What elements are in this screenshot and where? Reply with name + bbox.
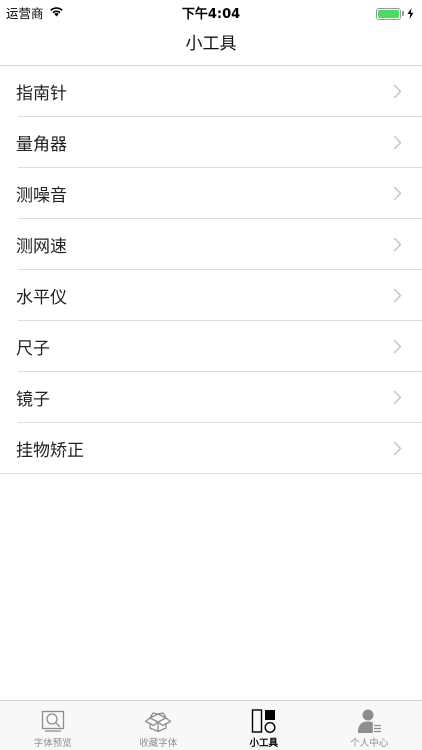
battery-fill	[378, 9, 399, 18]
tab-tools[interactable]: 小工具	[211, 701, 317, 750]
list-item-label: 量角器	[16, 135, 67, 155]
tab-personal-center[interactable]: 个人中心	[317, 701, 422, 750]
tab-label: 字体预览	[33, 738, 72, 749]
status-time: 下午4:04	[181, 7, 241, 22]
list-item[interactable]: 指南针	[0, 66, 422, 117]
chevron-right-icon	[393, 84, 402, 99]
list-item-label: 尺子	[16, 339, 50, 359]
tab-label: 个人中心	[350, 738, 389, 749]
font-preview-icon	[41, 708, 65, 734]
list-item-label: 水平仪	[16, 288, 67, 308]
tools-icon	[251, 708, 277, 734]
list-item[interactable]: 水平仪	[0, 270, 422, 321]
list-item-label: 挂物矫正	[16, 441, 84, 461]
battery-cap	[402, 11, 404, 16]
list-item-label: 指南针	[16, 84, 67, 104]
tab-bar: 字体预览 收藏字体 小工具 个人中心	[0, 700, 422, 750]
list-item[interactable]: 测噪音	[0, 168, 422, 219]
list-item[interactable]: 尺子	[0, 321, 422, 372]
navigation-bar: 小工具	[0, 22, 422, 66]
tab-label: 小工具	[249, 738, 278, 749]
list-item-label: 测噪音	[16, 186, 67, 206]
list-item[interactable]: 量角器	[0, 117, 422, 168]
list-item[interactable]: 挂物矫正	[0, 423, 422, 474]
charging-bolt-icon	[407, 4, 414, 23]
battery-icon	[376, 7, 401, 20]
chevron-right-icon	[393, 339, 402, 354]
status-bar: 运营商 下午4:04	[0, 0, 422, 22]
tab-label: 收藏字体	[139, 738, 178, 749]
page-title: 小工具	[185, 34, 237, 54]
chevron-right-icon	[393, 186, 402, 201]
tools-list: 指南针量角器测噪音测网速水平仪尺子镜子挂物矫正	[0, 66, 422, 474]
status-right	[376, 4, 414, 23]
chevron-right-icon	[393, 237, 402, 252]
chevron-right-icon	[393, 390, 402, 405]
tab-font-preview[interactable]: 字体预览	[0, 701, 106, 750]
favorites-box-icon	[144, 708, 172, 734]
chevron-right-icon	[393, 135, 402, 150]
list-item-label: 测网速	[16, 237, 67, 257]
list-item[interactable]: 镜子	[0, 372, 422, 423]
chevron-right-icon	[393, 288, 402, 303]
list-item[interactable]: 测网速	[0, 219, 422, 270]
list-item-label: 镜子	[16, 390, 50, 410]
person-icon	[356, 708, 382, 734]
tab-favorite-fonts[interactable]: 收藏字体	[106, 701, 212, 750]
chevron-right-icon	[393, 441, 402, 456]
